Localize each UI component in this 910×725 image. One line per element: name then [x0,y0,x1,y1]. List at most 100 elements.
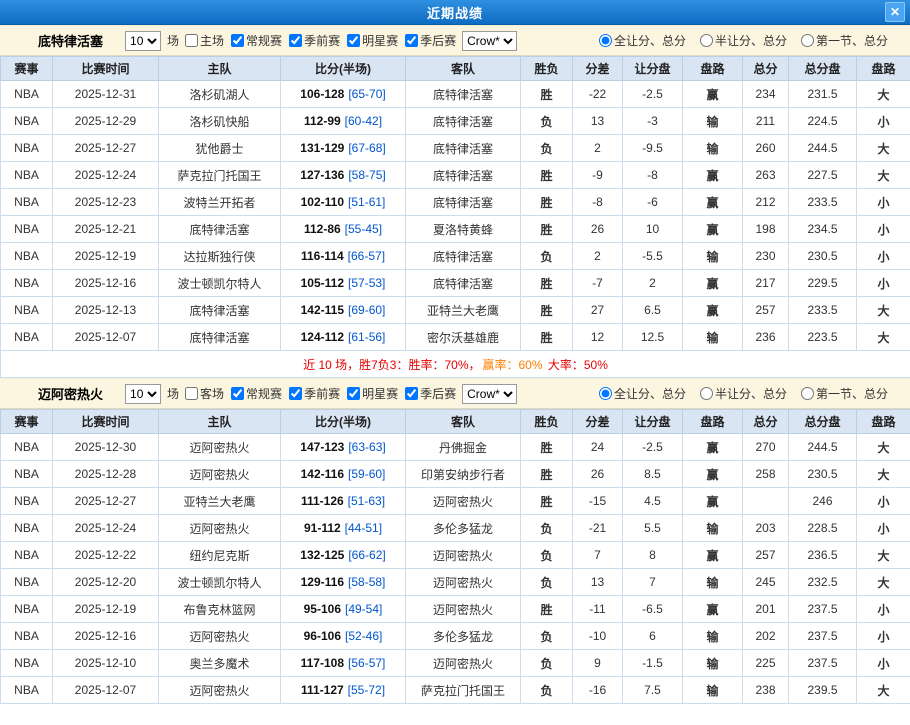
filter-checkbox[interactable]: 明星赛 [347,32,398,49]
filter-checkbox[interactable]: 季后赛 [405,385,456,402]
column-header: 赛事 [1,57,53,81]
checkbox-input[interactable] [289,387,302,400]
handicap-result-cell: 赢 [683,297,743,324]
filter-checkbox[interactable]: 季后赛 [405,32,456,49]
league-cell: NBA [1,216,53,243]
radio-input[interactable] [599,34,612,47]
close-button[interactable]: ✕ [885,2,905,22]
score-cell: 132-125[66-62] [281,542,406,569]
full-score: 111-126 [301,494,344,508]
handicap-result-cell: 输 [683,135,743,162]
radio-input[interactable] [801,387,814,400]
total-points-cell: 270 [743,434,789,461]
point-diff-cell: 13 [573,108,623,135]
filter-bar: 迈阿密热火 10 场 客场常规赛季前赛明星赛季后赛 Crow* 全让分、总分半让… [0,378,910,409]
total-points-cell: 260 [743,135,789,162]
radio-input[interactable] [599,387,612,400]
half-score: [60-42] [345,114,382,128]
result-cell: 负 [521,243,573,270]
filter-checkbox[interactable]: 季前赛 [289,32,340,49]
radio-input[interactable] [700,34,713,47]
over-under-cell: 小 [857,108,910,135]
home-team-cell: 迈阿密热火 [159,461,281,488]
scope-radio[interactable]: 半让分、总分 [700,385,787,402]
total-line-cell: 223.5 [789,324,857,351]
result-cell: 胜 [521,488,573,515]
over-under-cell: 小 [857,515,910,542]
checkbox-input[interactable] [231,387,244,400]
over-under-cell: 小 [857,623,910,650]
radio-input[interactable] [700,387,713,400]
handicap-result-cell: 赢 [683,596,743,623]
column-header: 主队 [159,410,281,434]
checkbox-input[interactable] [185,387,198,400]
filter-checkbox[interactable]: 明星赛 [347,385,398,402]
date-cell: 2025-12-22 [53,542,159,569]
away-team-cell: 萨克拉门托国王 [406,677,521,704]
over-under-cell: 大 [857,162,910,189]
handicap-result-cell: 输 [683,623,743,650]
checkbox-input[interactable] [289,34,302,47]
handicap-result-cell: 输 [683,515,743,542]
column-header: 分差 [573,410,623,434]
over-under-cell: 大 [857,135,910,162]
checkbox-input[interactable] [185,34,198,47]
over-under-cell: 小 [857,488,910,515]
filter-checkbox[interactable]: 主场 [185,32,224,49]
games-count-select[interactable]: 10 [125,31,161,51]
away-team-cell: 丹佛掘金 [406,434,521,461]
column-header: 总分盘 [789,57,857,81]
total-line-cell: 233.5 [789,189,857,216]
total-points-cell: 225 [743,650,789,677]
bookmaker-select[interactable]: Crow* [462,31,517,51]
checkbox-input[interactable] [405,34,418,47]
games-count-select[interactable]: 10 [125,384,161,404]
summary-segment: 大率：50% [545,358,608,372]
handicap-line-cell: -2.5 [623,434,683,461]
total-line-cell: 233.5 [789,297,857,324]
result-cell: 胜 [521,434,573,461]
away-team-cell: 印第安纳步行者 [406,461,521,488]
result-cell: 胜 [521,324,573,351]
radio-input[interactable] [801,34,814,47]
checkbox-input[interactable] [405,387,418,400]
date-cell: 2025-12-19 [53,243,159,270]
scope-radio[interactable]: 半让分、总分 [700,32,787,49]
recent-results-modal: 近期战绩 ✕ 底特律活塞 10 场 主场常规赛季前赛明星赛季后赛 Crow* 全… [0,0,910,704]
checkbox-input[interactable] [347,387,360,400]
full-score: 106-128 [300,87,344,101]
scope-radio[interactable]: 全让分、总分 [599,385,686,402]
result-cell: 胜 [521,162,573,189]
scope-radio[interactable]: 全让分、总分 [599,32,686,49]
full-score: 117-108 [301,656,344,670]
result-cell: 胜 [521,596,573,623]
over-under-cell: 大 [857,434,910,461]
league-cell: NBA [1,488,53,515]
bookmaker-select[interactable]: Crow* [462,384,517,404]
half-score: [59-60] [348,467,385,481]
checkbox-input[interactable] [347,34,360,47]
handicap-result-cell: 赢 [683,461,743,488]
half-score: [63-63] [348,440,385,454]
handicap-line-cell: 10 [623,216,683,243]
filter-checkbox[interactable]: 常规赛 [231,385,282,402]
over-under-cell: 小 [857,650,910,677]
handicap-result-cell: 输 [683,650,743,677]
away-team-cell: 底特律活塞 [406,135,521,162]
column-header: 客队 [406,57,521,81]
games-count-label: 场 [167,385,179,402]
handicap-result-cell: 赢 [683,488,743,515]
filter-checkbox[interactable]: 季前赛 [289,385,340,402]
away-team-cell: 底特律活塞 [406,270,521,297]
point-diff-cell: 13 [573,569,623,596]
scope-radio[interactable]: 第一节、总分 [801,385,888,402]
away-team-cell: 迈阿密热火 [406,542,521,569]
home-team-cell: 奥兰多魔术 [159,650,281,677]
full-score: 112-99 [304,114,341,128]
score-cell: 147-123[63-63] [281,434,406,461]
result-cell: 胜 [521,461,573,488]
filter-checkbox[interactable]: 客场 [185,385,224,402]
checkbox-input[interactable] [231,34,244,47]
filter-checkbox[interactable]: 常规赛 [231,32,282,49]
scope-radio[interactable]: 第一节、总分 [801,32,888,49]
